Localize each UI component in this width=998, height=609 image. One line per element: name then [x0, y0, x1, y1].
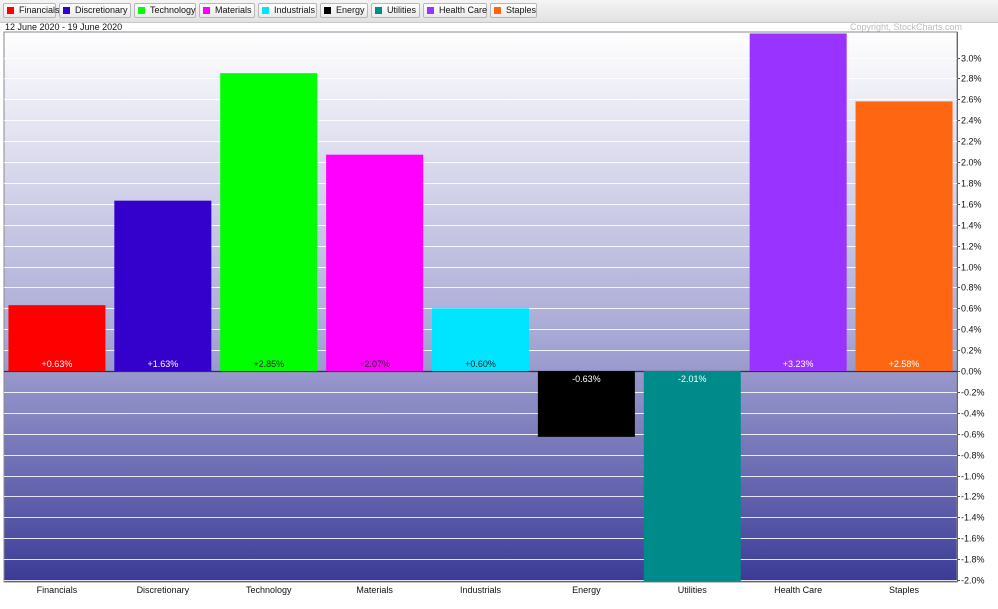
- y-tick-label: 0.6%: [961, 304, 982, 314]
- x-tick-label-health-care: Health Care: [774, 585, 822, 595]
- x-tick-label-utilities: Utilities: [678, 585, 708, 595]
- bar-health-care: [749, 33, 847, 372]
- bar-utilities: [643, 371, 741, 582]
- x-tick-label-discretionary: Discretionary: [137, 585, 190, 595]
- bar-value-label-materials: +2.07%: [359, 359, 390, 369]
- x-tick-label-energy: Energy: [572, 585, 601, 595]
- bar-discretionary: [114, 200, 212, 371]
- y-tick-label: 1.2%: [961, 242, 982, 252]
- y-tick-label: 2.2%: [961, 137, 982, 147]
- bar-value-label-discretionary: +1.63%: [147, 359, 178, 369]
- y-tick-label: 2.4%: [961, 116, 982, 126]
- y-tick-label: 1.8%: [961, 179, 982, 189]
- x-tick-label-financials: Financials: [37, 585, 78, 595]
- bar-staples: [855, 101, 953, 371]
- bar-value-label-utilities: -2.01%: [678, 374, 707, 384]
- y-tick-label: -1.0%: [961, 472, 985, 482]
- bar-value-label-technology: +2.85%: [253, 359, 284, 369]
- y-tick-label: 1.6%: [961, 200, 982, 210]
- y-tick-label: 0.0%: [961, 367, 982, 377]
- y-tick-label: -2.0%: [961, 576, 985, 586]
- x-tick-label-industrials: Industrials: [460, 585, 502, 595]
- y-tick-label: -0.4%: [961, 409, 985, 419]
- y-tick-label: -0.6%: [961, 430, 985, 440]
- y-tick-label: 0.4%: [961, 325, 982, 335]
- x-tick-label-staples: Staples: [889, 585, 920, 595]
- y-tick-label: 3.0%: [961, 54, 982, 64]
- y-tick-label: 1.0%: [961, 263, 982, 273]
- bar-value-label-financials: +0.63%: [42, 359, 73, 369]
- sector-performance-chart: +0.63% +1.63% +2.85% +2.07% +0.60% -0.63% -2.0…: [3, 31, 985, 595]
- bar-value-label-industrials: +0.60%: [465, 359, 496, 369]
- bar-materials: [326, 154, 424, 371]
- y-tick-label: 0.2%: [961, 346, 982, 356]
- bar-technology: [220, 73, 318, 372]
- y-tick-label: 1.4%: [961, 221, 982, 231]
- y-tick-label: 0.8%: [961, 283, 982, 293]
- y-tick-label: -1.4%: [961, 513, 985, 523]
- y-tick-label: -1.8%: [961, 555, 985, 565]
- y-tick-label: -1.6%: [961, 534, 985, 544]
- y-tick-label: 2.0%: [961, 158, 982, 168]
- y-tick-label: -0.8%: [961, 451, 985, 461]
- x-tick-label-technology: Technology: [246, 585, 292, 595]
- bar-value-label-staples: +2.58%: [889, 359, 920, 369]
- y-tick-label: -1.2%: [961, 492, 985, 502]
- y-tick-label: 2.8%: [961, 74, 982, 84]
- bar-value-label-energy: -0.63%: [572, 374, 601, 384]
- bar-value-label-health-care: +3.23%: [783, 359, 814, 369]
- x-tick-label-materials: Materials: [356, 585, 393, 595]
- y-tick-label: -0.2%: [961, 388, 985, 398]
- y-tick-label: 2.6%: [961, 95, 982, 105]
